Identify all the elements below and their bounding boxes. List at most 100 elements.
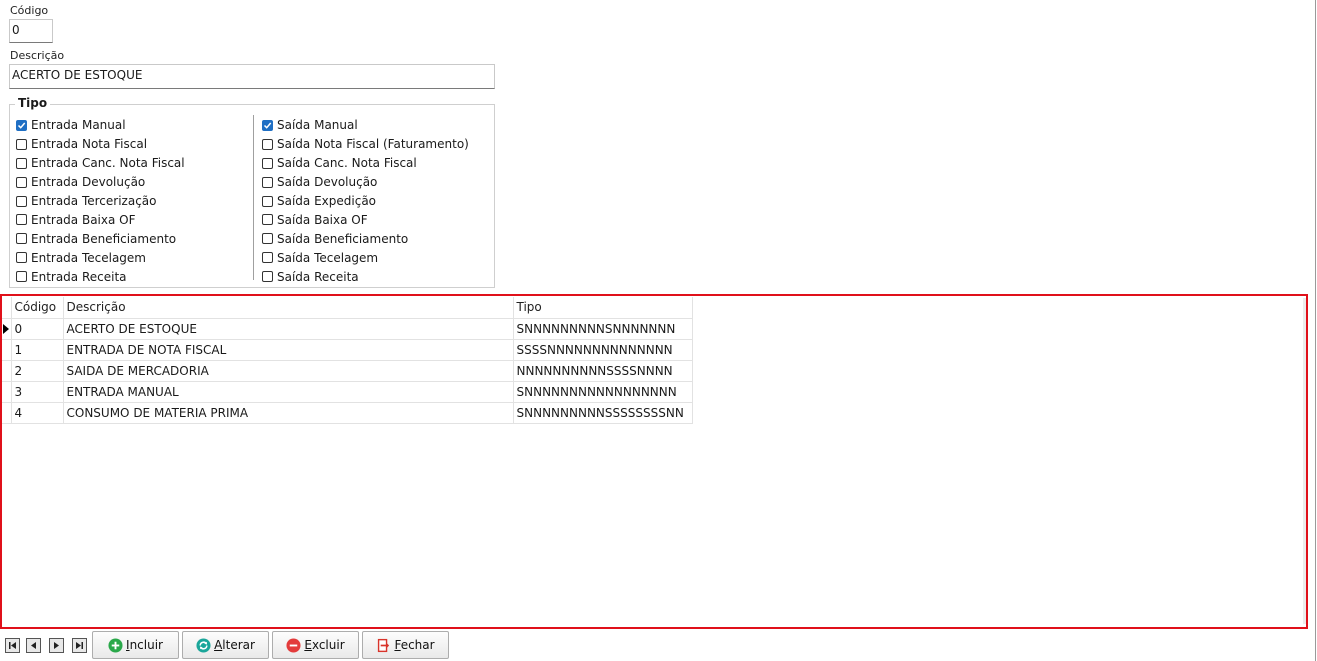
checkbox-label: Saída Devolução xyxy=(277,175,378,190)
checkbox-entrada-0[interactable]: Entrada Manual xyxy=(16,116,185,135)
fechar-button[interactable]: Fechar xyxy=(362,631,449,659)
cell-descricao[interactable]: ENTRADA MANUAL xyxy=(63,381,514,403)
checkbox-checked-icon[interactable] xyxy=(262,119,273,131)
cell-tipo[interactable]: SNNNNNNNNNSSSSSSSSNN xyxy=(513,402,693,424)
cell-codigo[interactable]: 2 xyxy=(11,360,64,382)
checkbox-label: Saída Nota Fiscal (Faturamento) xyxy=(277,137,469,152)
checkbox-saida-8[interactable]: Saída Receita xyxy=(262,267,469,286)
fechar-button-label: Fechar xyxy=(394,638,435,652)
checkbox-unchecked-icon[interactable] xyxy=(262,176,273,188)
checkbox-entrada-6[interactable]: Entrada Beneficiamento xyxy=(16,229,185,248)
checkbox-entrada-3[interactable]: Entrada Devolução xyxy=(16,173,185,192)
excluir-button-label: Excluir xyxy=(304,638,345,652)
checkbox-label: Entrada Receita xyxy=(31,269,127,284)
cell-tipo[interactable]: NNNNNNNNNNSSSSNNNN xyxy=(513,360,693,382)
minus-circle-icon xyxy=(286,637,301,653)
tipos-grid: Código Descrição Tipo 0 ACERTO DE ESTOQUE… xyxy=(2,297,693,424)
checkbox-saida-2[interactable]: Saída Canc. Nota Fiscal xyxy=(262,154,469,173)
cell-descricao[interactable]: ACERTO DE ESTOQUE xyxy=(63,318,514,340)
checkbox-label: Saída Canc. Nota Fiscal xyxy=(277,156,417,171)
checkbox-checked-icon[interactable] xyxy=(16,119,27,131)
checkbox-label: Entrada Tercerização xyxy=(31,194,157,208)
row-indicator xyxy=(2,318,12,340)
cell-codigo[interactable]: 4 xyxy=(11,402,64,424)
excluir-button[interactable]: Excluir xyxy=(272,631,359,659)
checkbox-saida-7[interactable]: Saída Tecelagem xyxy=(262,248,469,267)
cell-descricao[interactable]: CONSUMO DE MATERIA PRIMA xyxy=(63,402,514,424)
last-record-button[interactable] xyxy=(72,638,87,653)
entrada-checkbox-list: Entrada Manual Entrada Nota Fiscal Entrada… xyxy=(16,116,185,286)
checkbox-entrada-8[interactable]: Entrada Receita xyxy=(16,267,185,286)
first-record-button[interactable] xyxy=(5,638,20,653)
checkbox-unchecked-icon[interactable] xyxy=(16,214,27,226)
checkbox-unchecked-icon[interactable] xyxy=(16,157,27,169)
grid-scrollbar[interactable] xyxy=(1303,298,1306,624)
checkbox-label: Saída Expedição xyxy=(277,194,377,208)
tipo-column-divider xyxy=(253,115,254,280)
checkbox-entrada-2[interactable]: Entrada Canc. Nota Fiscal xyxy=(16,154,185,173)
descricao-label: Descrição xyxy=(10,49,65,62)
next-record-button[interactable] xyxy=(49,638,64,653)
checkbox-unchecked-icon[interactable] xyxy=(16,233,27,245)
refresh-icon xyxy=(196,637,211,653)
column-header-tipo[interactable]: Tipo xyxy=(513,297,693,319)
checkbox-unchecked-icon[interactable] xyxy=(16,176,27,188)
descricao-input[interactable]: ACERTO DE ESTOQUE xyxy=(9,64,495,89)
checkbox-entrada-1[interactable]: Entrada Nota Fiscal xyxy=(16,135,185,154)
checkbox-entrada-4[interactable]: Entrada Tercerização xyxy=(16,192,185,211)
checkbox-saida-6[interactable]: Saída Beneficiamento xyxy=(262,229,469,248)
checkbox-unchecked-icon[interactable] xyxy=(262,252,273,264)
grid-row[interactable]: 4 CONSUMO DE MATERIA PRIMA SNNNNNNNNNSSSSS… xyxy=(2,402,693,424)
grid-row[interactable]: 1 ENTRADA DE NOTA FISCAL SSSSNNNNNNNNNNNNN… xyxy=(2,339,693,361)
prior-record-button[interactable] xyxy=(26,638,41,653)
grid-row[interactable]: 0 ACERTO DE ESTOQUE SNNNNNNNNNSNNNNNNN xyxy=(2,318,693,340)
checkbox-label: Saída Receita xyxy=(277,269,359,284)
cell-descricao[interactable]: ENTRADA DE NOTA FISCAL xyxy=(63,339,514,361)
checkbox-label: Saída Baixa OF xyxy=(277,212,368,227)
row-indicator xyxy=(2,381,12,403)
checkbox-label: Saída Tecelagem xyxy=(277,250,379,265)
checkbox-unchecked-icon[interactable] xyxy=(262,195,273,207)
cell-codigo[interactable]: 0 xyxy=(11,318,64,340)
checkbox-unchecked-icon[interactable] xyxy=(262,138,273,150)
checkbox-saida-0[interactable]: Saída Manual xyxy=(262,116,469,135)
cell-tipo[interactable]: SNNNNNNNNNSNNNNNNN xyxy=(513,318,693,340)
exit-door-icon xyxy=(378,638,390,652)
saida-checkbox-list: Saída Manual Saída Nota Fiscal (Faturamen… xyxy=(262,116,469,286)
checkbox-saida-4[interactable]: Saída Expedição xyxy=(262,192,469,211)
alterar-button-label: Alterar xyxy=(214,638,255,652)
checkbox-label: Entrada Devolução xyxy=(31,175,146,190)
checkbox-unchecked-icon[interactable] xyxy=(262,233,273,245)
checkbox-unchecked-icon[interactable] xyxy=(16,195,27,207)
cell-tipo[interactable]: SSSSNNNNNNNNNNNNNN xyxy=(513,339,693,361)
checkbox-unchecked-icon[interactable] xyxy=(16,252,27,264)
column-header-codigo[interactable]: Código xyxy=(11,297,64,319)
checkbox-unchecked-icon[interactable] xyxy=(16,271,27,283)
checkbox-entrada-5[interactable]: Entrada Baixa OF xyxy=(16,210,185,229)
cell-descricao[interactable]: SAIDA DE MERCADORIA xyxy=(63,360,514,382)
checkbox-saida-3[interactable]: Saída Devolução xyxy=(262,173,469,192)
checkbox-entrada-7[interactable]: Entrada Tecelagem xyxy=(16,248,185,267)
checkbox-unchecked-icon[interactable] xyxy=(16,138,27,150)
column-header-descricao[interactable]: Descrição xyxy=(63,297,514,319)
row-indicator xyxy=(2,402,12,424)
alterar-button[interactable]: Alterar xyxy=(182,631,269,659)
checkbox-label: Saída Beneficiamento xyxy=(277,231,409,246)
checkbox-unchecked-icon[interactable] xyxy=(262,271,273,283)
cell-codigo[interactable]: 1 xyxy=(11,339,64,361)
grid-row[interactable]: 3 ENTRADA MANUAL SNNNNNNNNNNNNNNNNN xyxy=(2,381,693,403)
checkbox-saida-1[interactable]: Saída Nota Fiscal (Faturamento) xyxy=(262,135,469,154)
checkbox-unchecked-icon[interactable] xyxy=(262,157,273,169)
checkbox-unchecked-icon[interactable] xyxy=(262,214,273,226)
checkbox-saida-5[interactable]: Saída Baixa OF xyxy=(262,210,469,229)
cell-tipo[interactable]: SNNNNNNNNNNNNNNNNN xyxy=(513,381,693,403)
incluir-button[interactable]: Incluir xyxy=(92,631,179,659)
codigo-label: Código xyxy=(10,4,49,17)
grid-row[interactable]: 2 SAIDA DE MERCADORIA NNNNNNNNNNSSSSNNNN xyxy=(2,360,693,382)
cell-codigo[interactable]: 3 xyxy=(11,381,64,403)
incluir-button-label: Incluir xyxy=(126,638,163,652)
row-indicator xyxy=(2,339,12,361)
grid-indicator-header xyxy=(2,297,12,319)
last-icon xyxy=(76,642,83,649)
codigo-input[interactable]: 0 xyxy=(9,19,53,43)
